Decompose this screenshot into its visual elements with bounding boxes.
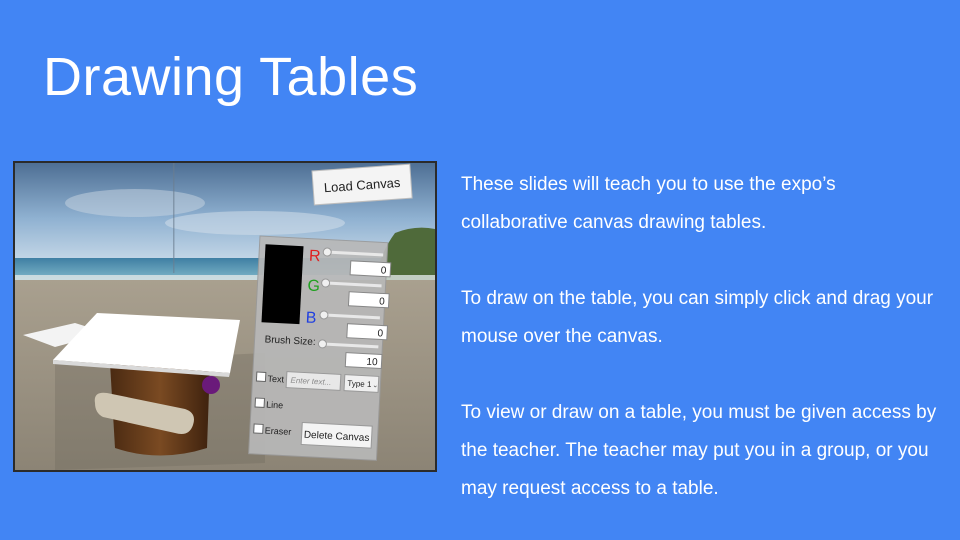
chevron-down-icon: ⌄ <box>372 382 378 389</box>
drawing-table-screenshot: Load Canvas R 0 G 0 B 0 Brush Size: 10 T… <box>13 161 437 472</box>
line-checkbox[interactable] <box>254 397 266 408</box>
draw-instructions-paragraph: To draw on the table, you can simply cli… <box>461 288 934 347</box>
eraser-option-label: Eraser <box>265 426 292 437</box>
g-value: 0 <box>379 296 386 307</box>
g-slider-handle[interactable] <box>321 278 331 288</box>
access-instructions-paragraph: To view or draw on a table, you must be … <box>461 402 937 499</box>
brush-size-value: 10 <box>366 357 378 369</box>
slide-body: These slides will teach you to use the e… <box>461 166 941 508</box>
scene-image: Load Canvas R 0 G 0 B 0 Brush Size: 10 T… <box>15 163 435 470</box>
r-label: R <box>309 248 321 266</box>
r-slider-handle[interactable] <box>322 247 332 257</box>
color-preview-swatch <box>261 244 304 325</box>
text-checkbox[interactable] <box>255 371 267 383</box>
load-canvas-button[interactable]: Load Canvas <box>311 163 413 206</box>
brush-size-slider-handle[interactable] <box>317 339 327 349</box>
text-option-label: Text <box>267 374 285 385</box>
b-value: 0 <box>377 328 384 339</box>
slide-title: Drawing Tables <box>43 47 419 107</box>
g-label: G <box>307 278 320 296</box>
line-option-label: Line <box>266 400 284 411</box>
drawing-control-panel: R 0 G 0 B 0 Brush Size: 10 Text Enter te… <box>248 235 392 461</box>
r-value: 0 <box>380 265 387 276</box>
type-select-value: Type 1 <box>347 379 372 389</box>
b-slider-handle[interactable] <box>319 310 329 320</box>
b-label: B <box>305 310 317 328</box>
eraser-checkbox[interactable] <box>253 423 264 434</box>
intro-paragraph: These slides will teach you to use the e… <box>461 174 836 233</box>
